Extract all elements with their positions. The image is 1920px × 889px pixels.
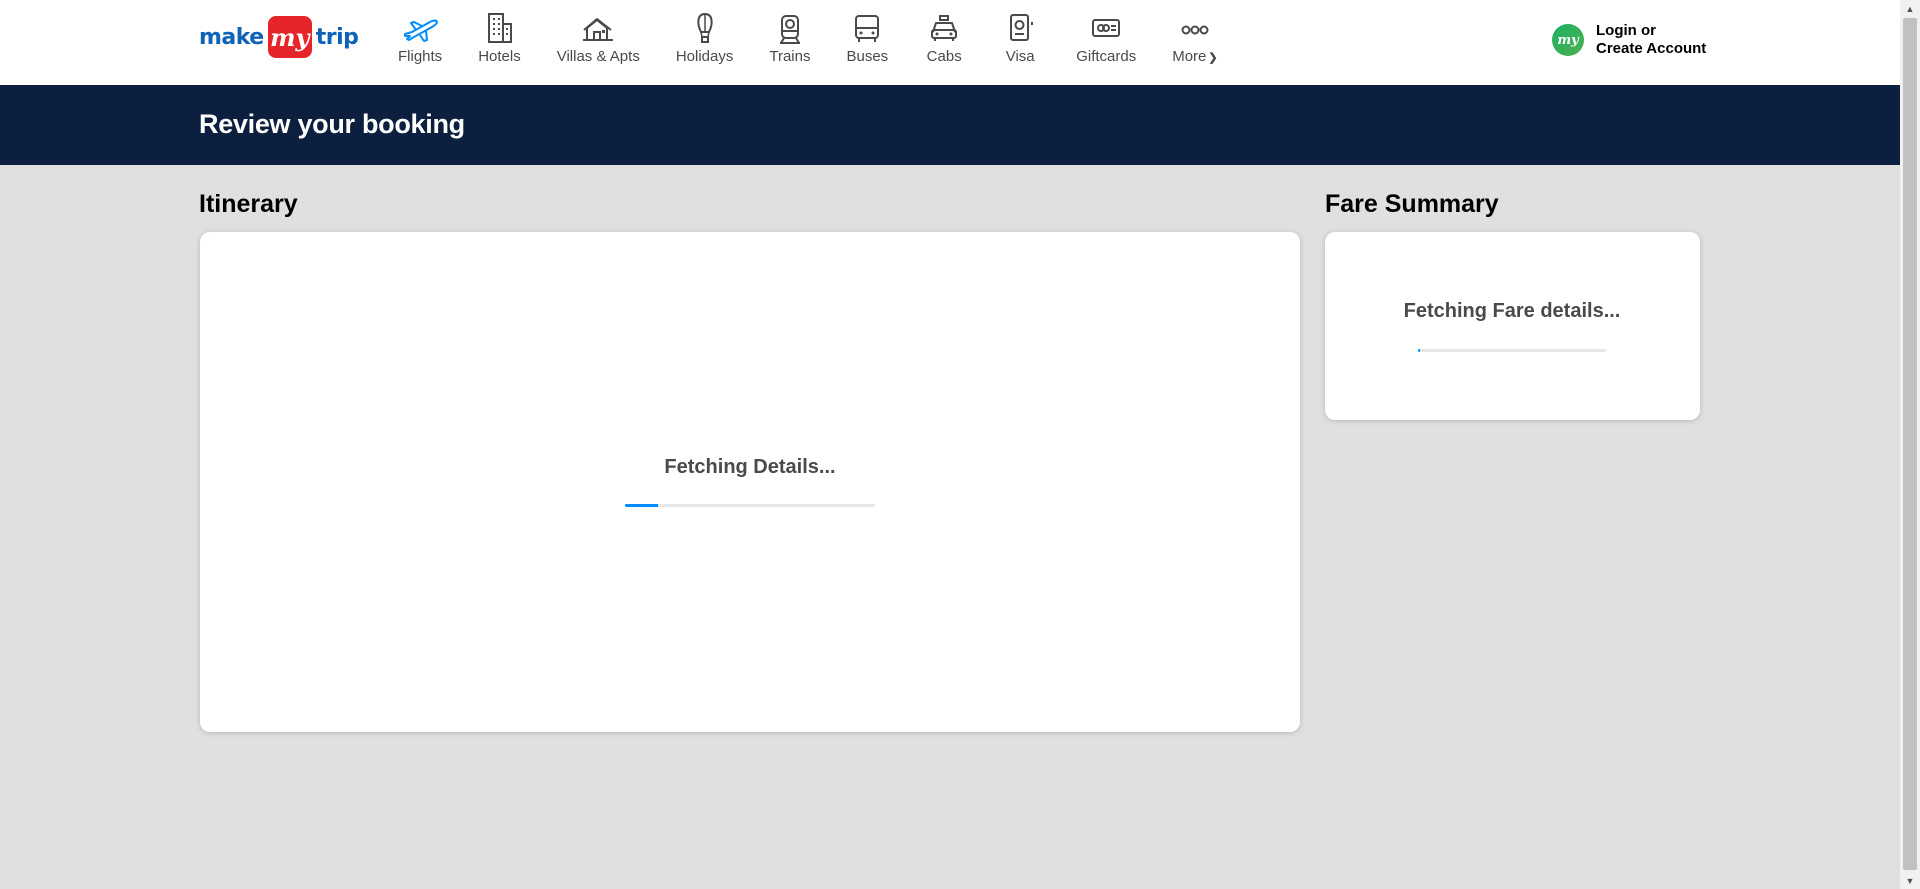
giftcard-icon [1092,19,1121,37]
itinerary-progress-fill [625,504,658,507]
itinerary-card: Fetching Details... [200,232,1300,732]
main-nav: Flights Hotels Villas & Apts Holidays Tr… [380,10,1236,65]
hot-air-balloon-icon [696,12,713,43]
fare-progress-bar [1418,349,1606,352]
fare-loading-text: Fetching Fare details... [1403,300,1621,322]
more-dots-icon [1181,25,1209,35]
logo-text-my: my [267,16,312,58]
nav-item-giftcards[interactable]: Giftcards [1058,10,1154,65]
itinerary-loading-text: Fetching Details... [664,456,836,478]
nav-item-holidays[interactable]: Holidays [658,10,752,65]
fare-summary-title: Fare Summary [1325,190,1499,218]
more-label: More [1172,48,1207,65]
train-icon [779,15,800,44]
nav-item-cabs[interactable]: Cabs [906,10,982,65]
scroll-up-arrow-icon[interactable]: ▲ [1900,0,1920,17]
nav-label: Cabs [926,48,962,65]
nav-item-hotels[interactable]: Hotels [460,10,539,65]
chevron-down-icon: ❯ [1208,52,1218,64]
login-create-account[interactable]: my Login or Create Account [1552,22,1706,58]
nav-item-flights[interactable]: Flights [380,10,460,65]
itinerary-progress-bar [625,504,875,507]
vertical-scrollbar[interactable]: ▲ ▼ [1900,0,1920,889]
logo-text-trip: trip [315,24,359,50]
user-avatar-icon: my [1552,24,1584,56]
taxi-icon [931,15,958,41]
nav-label: Trains [769,48,811,65]
fare-progress-fill [1418,349,1420,352]
page-banner: Review your booking [0,85,1900,165]
nav-item-buses[interactable]: Buses [828,10,906,65]
passport-icon [1010,14,1034,41]
nav-item-villas-apts[interactable]: Villas & Apts [539,10,658,65]
makemytrip-logo[interactable]: make my trip [199,16,359,58]
nav-label: Flights [398,48,443,65]
account-text: Login or Create Account [1596,22,1706,58]
itinerary-title: Itinerary [199,190,298,218]
nav-label: Holidays [675,48,734,65]
top-header: make my trip Flights Hotels Villas & Apt… [0,0,1900,85]
page-title: Review your booking [199,109,465,139]
house-icon [583,18,614,41]
nav-label-more: More ❯ [1172,48,1217,65]
nav-item-more[interactable]: More ❯ [1154,10,1235,65]
nav-item-visa[interactable]: Visa [982,10,1058,65]
scroll-thumb[interactable] [1903,18,1917,870]
plane-icon [404,19,439,42]
nav-label: Villas & Apts [556,48,640,65]
create-account-label: Create Account [1596,40,1707,57]
login-label: Login or [1596,22,1656,39]
nav-item-trains[interactable]: Trains [751,10,828,65]
nav-label: Hotels [478,48,521,65]
nav-label: Visa [1005,48,1035,65]
logo-text-make: make [199,24,264,50]
nav-label: Buses [846,48,889,65]
building-icon [488,13,513,43]
bus-icon [855,15,880,42]
scroll-down-arrow-icon[interactable]: ▼ [1900,872,1920,889]
nav-label: Giftcards [1076,48,1137,65]
fare-summary-card: Fetching Fare details... [1325,232,1700,420]
